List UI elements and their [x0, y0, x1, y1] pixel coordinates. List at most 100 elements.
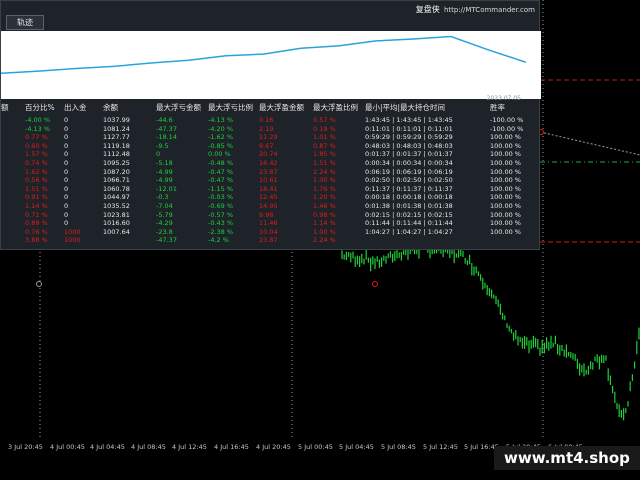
- table-cell-time: 1:04:27 | 1:04:27 | 1:04:27: [365, 227, 453, 236]
- stats-panel[interactable]: 复盘侠 http://MTCommander.com 轨迹 2023.07.05…: [0, 0, 541, 250]
- table-cell-bal: 1037.99: [103, 116, 130, 124]
- table-cell-time: 0:00:18 | 0:00:18 | 0:00:18: [365, 193, 453, 202]
- table-cell-fpp: 0.98 %: [313, 210, 336, 219]
- time-axis-label: 5 Jul 08:45: [381, 443, 416, 451]
- table-cell-fpp: 1.20 %: [313, 193, 336, 202]
- table-cell-fl: -23.8: [156, 227, 173, 236]
- table-cell-fp: 23.87: [259, 167, 278, 176]
- table-cell-time: 0:02:50 | 0:02:50 | 0:02:50: [365, 176, 453, 185]
- time-axis-label: 5 Jul 04:45: [339, 443, 374, 451]
- table-cell-fp: 0.16: [259, 116, 274, 124]
- time-axis-label: 4 Jul 04:45: [90, 443, 125, 451]
- brand-url[interactable]: http://MTCommander.com: [444, 6, 535, 14]
- table-cell-win: -100.00 %: [490, 116, 524, 124]
- table-cell-fpp: 0.19 %: [313, 124, 336, 133]
- table-cell-io: 0: [64, 133, 69, 142]
- table-header: 余额: [103, 103, 118, 112]
- table-cell-pct: 1.51 %: [25, 184, 48, 193]
- table-cell-fl: -47.37: [156, 124, 177, 133]
- table-cell-fp: 11.46: [259, 219, 278, 228]
- table-cell-time: 0:48:03 | 0:48:03 | 0:48:03: [365, 141, 453, 150]
- table-cell-fp: 20.74: [259, 150, 278, 159]
- equity-curve: [0, 35, 527, 75]
- table-cell-fl: -4.99: [156, 167, 173, 176]
- table-cell-io: 1000: [64, 236, 81, 245]
- table-cell-win: 100.00 %: [490, 227, 521, 236]
- table-cell-fl: -7.04: [156, 202, 173, 210]
- table-cell-io: 0: [64, 176, 69, 185]
- trade-marker[interactable]: [36, 281, 42, 287]
- table-cell-pct: 3.88 %: [25, 236, 48, 245]
- table-cell-bal: 1087.20: [103, 167, 130, 176]
- table-header: 最大浮亏金额: [156, 103, 201, 112]
- table-cell-fl: -5.79: [156, 210, 173, 219]
- table-cell-fl: -4.99: [156, 176, 173, 185]
- table-cell-flp: -2.38 %: [208, 227, 234, 236]
- table-cell-fpp: 1.14 %: [313, 219, 336, 228]
- table-cell-pct: 0.71 %: [25, 210, 48, 219]
- table-cell-time: 0:00:34 | 0:00:34 | 0:00:34: [365, 159, 453, 167]
- table-cell-fp: 2.19: [259, 124, 274, 133]
- table-cell-fpp: 1.01 %: [313, 133, 336, 142]
- table-cell-fpp: 1.51 %: [313, 159, 336, 167]
- table-cell-io: 0: [64, 219, 69, 228]
- time-axis-label: 4 Jul 00:45: [50, 443, 85, 451]
- table-cell-io: 0: [64, 141, 69, 150]
- table-cell-bal: 1066.71: [103, 176, 130, 185]
- table-cell-fl: -0.3: [156, 193, 169, 202]
- table-cell-win: -100.00 %: [490, 124, 524, 133]
- table-cell-io: 0: [64, 150, 69, 159]
- table-cell-flp: -0.69 %: [208, 202, 234, 210]
- table-cell-io: 0: [64, 124, 69, 133]
- table-cell-fp: 18.41: [259, 184, 278, 193]
- trade-marker[interactable]: [372, 281, 378, 287]
- table-cell-io: 0: [64, 116, 69, 124]
- table-cell-fpp: 1.00 %: [313, 176, 336, 185]
- table-cell-pct: -4.13 %: [25, 124, 51, 133]
- table-cell-fpp: 1.76 %: [313, 184, 336, 193]
- table-header: 额: [1, 103, 9, 112]
- table-header: 出入金: [64, 103, 87, 112]
- table-cell-flp: -0.43 %: [208, 219, 234, 228]
- table-cell-pct: 0.76 %: [25, 227, 48, 236]
- table-cell-io: 0: [64, 202, 69, 210]
- table-cell-time: 0:01:38 | 0:01:38 | 0:01:38: [365, 202, 453, 210]
- table-cell-pct: 1.57 %: [25, 150, 48, 159]
- panel-brand: 复盘侠 http://MTCommander.com: [416, 4, 535, 15]
- table-cell-fpp: 0.57 %: [313, 116, 336, 124]
- table-cell-win: 100.00 %: [490, 202, 521, 210]
- table-cell-io: 0: [64, 210, 69, 219]
- table-cell-fpp: 2.24 %: [313, 236, 336, 245]
- table-cell-time: 1:43:45 | 1:43:45 | 1:43:45: [365, 116, 453, 124]
- table-cell-flp: -0.03 %: [208, 193, 234, 202]
- table-cell-bal: 1007.64: [103, 227, 130, 236]
- table-cell-win: 100.00 %: [490, 133, 521, 142]
- time-axis-label: 4 Jul 16:45: [214, 443, 249, 451]
- table-cell-pct: 1.62 %: [25, 167, 48, 176]
- table-cell-fp: 23.87: [259, 236, 278, 245]
- table-cell-fl: -12.01: [156, 184, 177, 193]
- table-cell-io: 1000: [64, 227, 81, 236]
- equity-date: 2023.07.05: [486, 95, 521, 102]
- table-cell-win: 100.00 %: [490, 167, 521, 176]
- table-cell-flp: -4.13 %: [208, 116, 234, 124]
- table-cell-bal: 1081.24: [103, 124, 130, 133]
- table-cell-fl: -5.18: [156, 159, 173, 167]
- table-cell-win: 100.00 %: [490, 176, 521, 185]
- brand-name: 复盘侠: [415, 5, 440, 14]
- table-cell-flp: -0.57 %: [208, 210, 234, 219]
- equity-line: [0, 35, 527, 75]
- table-cell-flp: -1.62 %: [208, 133, 234, 142]
- candle-series: [341, 236, 640, 421]
- table-cell-fl: -44.6: [156, 116, 173, 124]
- table-cell-time: 0:02:15 | 0:02:15 | 0:02:15: [365, 210, 453, 219]
- table-cell-fl: 0: [156, 150, 161, 159]
- watermark: www.mt4.shop: [494, 446, 640, 470]
- table-cell-fpp: 0.87 %: [313, 141, 336, 150]
- tab-trajectory[interactable]: 轨迹: [6, 15, 44, 30]
- table-cell-fpp: 1.46 %: [313, 202, 336, 210]
- table-cell-fpp: 1.00 %: [313, 227, 336, 236]
- time-axis-label: 3 Jul 20:45: [8, 443, 43, 451]
- time-axis-label: 4 Jul 20:45: [256, 443, 291, 451]
- table-cell-win: 100.00 %: [490, 159, 521, 167]
